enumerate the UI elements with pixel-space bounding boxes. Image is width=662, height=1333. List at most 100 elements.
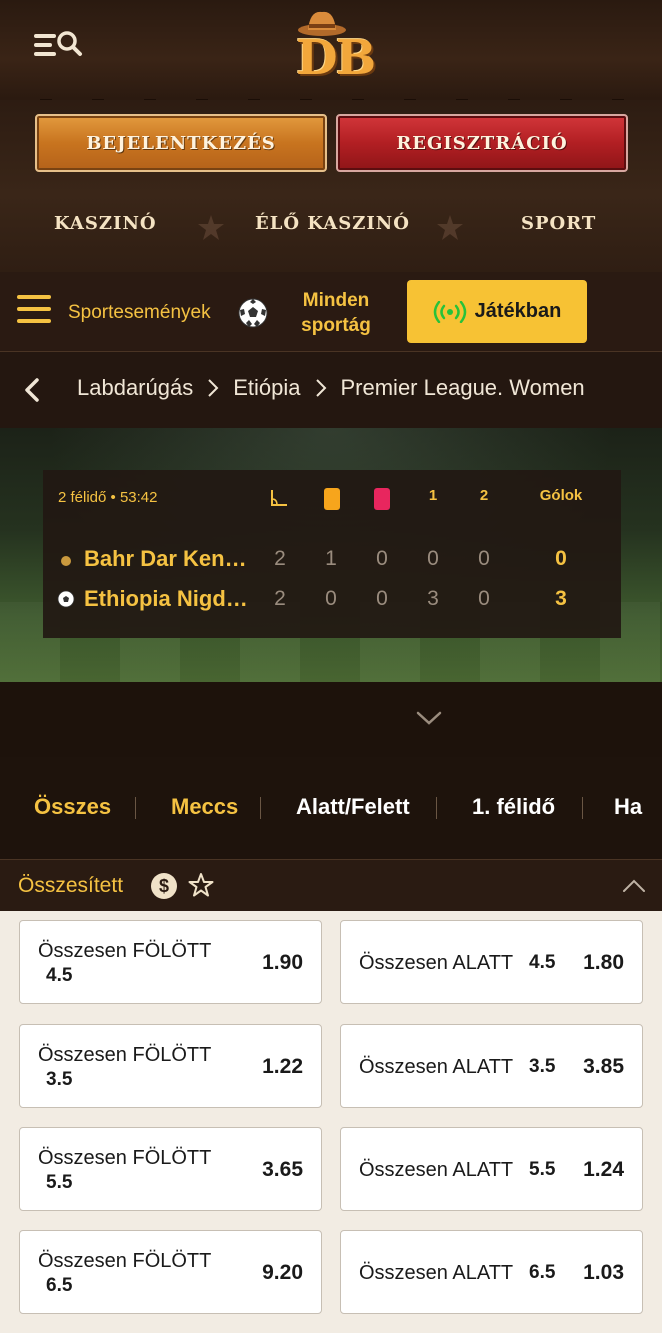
nav-live-casino[interactable]: ÉLŐ KASZINÓ bbox=[255, 213, 410, 234]
nav-casino[interactable]: KASZINÓ bbox=[54, 213, 157, 234]
odd-under-button[interactable]: Összesen ALATT 6.5 1.03 bbox=[340, 1230, 643, 1314]
odd-over-button[interactable]: Összesen FÖLÖTT 3.5 1.22 bbox=[19, 1024, 322, 1108]
scoreboard: 2 félidő • 53:42 1 2 Gólok Bahr Dar Kene… bbox=[43, 470, 621, 638]
odd-line: 5.5 bbox=[46, 1172, 73, 1193]
live-signal-icon bbox=[433, 300, 466, 323]
tab-match[interactable]: Meccs bbox=[171, 794, 238, 820]
away-team-name[interactable]: Ethiopia Nigd Bank bbox=[84, 586, 250, 612]
tab-divider bbox=[582, 797, 583, 819]
tab-more[interactable]: Ha bbox=[614, 794, 642, 820]
odd-price: 1.03 bbox=[583, 1261, 624, 1284]
odd-label: Összesen ALATT bbox=[359, 1159, 514, 1181]
odd-under-button[interactable]: Összesen ALATT 5.5 1.24 bbox=[340, 1127, 643, 1211]
hamburger-menu-icon[interactable] bbox=[17, 295, 51, 327]
odd-line: 4.5 bbox=[46, 965, 73, 986]
menu-search-icon[interactable] bbox=[32, 28, 84, 62]
odd-line: 6.5 bbox=[529, 1262, 556, 1283]
auth-nav-band: BEJELENTKEZÉS REGISZTRÁCIÓ KASZINÓ ÉLŐ K… bbox=[0, 100, 662, 272]
live-label: Játékban bbox=[474, 300, 562, 322]
odd-price: 9.20 bbox=[262, 1261, 303, 1284]
breadcrumb-trail: Labdarúgás Etiópia Premier League. Women bbox=[77, 375, 585, 401]
home-goals: 0 bbox=[555, 547, 567, 570]
odd-line: 5.5 bbox=[529, 1159, 556, 1180]
soccer-ball-icon bbox=[238, 298, 268, 328]
home-first-half: 0 bbox=[427, 547, 439, 570]
home-red-cards: 0 bbox=[376, 547, 388, 570]
header-second-half: 2 bbox=[479, 487, 489, 504]
odd-price: 1.22 bbox=[262, 1055, 303, 1078]
away-red-cards: 0 bbox=[376, 587, 388, 610]
sheriff-star-icon bbox=[198, 215, 224, 240]
nav-sport[interactable]: SPORT bbox=[521, 213, 596, 234]
odd-label: Összesen ALATT bbox=[359, 1056, 514, 1078]
odd-over-button[interactable]: Összesen FÖLÖTT 5.5 3.65 bbox=[19, 1127, 322, 1211]
possession-ball-icon bbox=[57, 590, 75, 608]
odd-price: 1.80 bbox=[583, 951, 624, 974]
sheriff-star-icon bbox=[437, 215, 463, 240]
live-in-play-button[interactable]: Játékban bbox=[407, 280, 587, 343]
register-button[interactable]: REGISZTRÁCIÓ bbox=[336, 114, 628, 172]
all-sports-line2: sportág bbox=[301, 315, 371, 336]
home-team-name[interactable]: Bahr Dar Kenema bbox=[84, 546, 250, 572]
section-title: Összesített bbox=[18, 874, 124, 897]
home-yellow-cards: 1 bbox=[325, 547, 337, 570]
site-header: DB bbox=[0, 0, 662, 107]
header-first-half: 1 bbox=[428, 487, 438, 504]
main-nav: KASZINÓ ÉLŐ KASZINÓ SPORT bbox=[0, 213, 662, 243]
chevron-up-icon[interactable] bbox=[622, 878, 646, 894]
odd-label: Összesen FÖLÖTT bbox=[38, 940, 212, 962]
odd-under-button[interactable]: Összesen ALATT 4.5 1.80 bbox=[340, 920, 643, 1004]
market-section-header[interactable]: Összesített $ bbox=[0, 859, 662, 911]
market-tabs: Összes Meccs Alatt/Felett 1. félidő Ha bbox=[0, 757, 662, 859]
tab-divider bbox=[260, 797, 261, 819]
logo-text: DB bbox=[296, 30, 376, 86]
all-sports-line1: Minden bbox=[302, 290, 370, 311]
team-dot-icon bbox=[61, 556, 71, 566]
odd-price: 1.24 bbox=[583, 1158, 624, 1181]
breadcrumb: Labdarúgás Etiópia Premier League. Women bbox=[0, 352, 662, 428]
away-second-half: 0 bbox=[478, 587, 490, 610]
odd-price: 3.85 bbox=[583, 1055, 624, 1078]
header-goals: Gólok bbox=[539, 487, 583, 504]
odd-price: 3.65 bbox=[262, 1158, 303, 1181]
corner-flag-icon bbox=[271, 490, 287, 506]
odd-label: Összesen FÖLÖTT bbox=[38, 1147, 212, 1169]
away-first-half: 3 bbox=[427, 587, 439, 610]
tab-divider bbox=[135, 797, 136, 819]
away-corners: 2 bbox=[274, 587, 286, 610]
odds-grid: Összesen FÖLÖTT 4.5 1.90 Összesen ALATT … bbox=[0, 911, 662, 1333]
odd-under-button[interactable]: Összesen ALATT 3.5 3.85 bbox=[340, 1024, 643, 1108]
match-time: 2 félidő • 53:42 bbox=[58, 489, 158, 506]
breadcrumb-item[interactable]: Etiópia bbox=[233, 375, 300, 401]
all-sports-link[interactable]: Minden sportág bbox=[296, 288, 376, 338]
odd-line: 6.5 bbox=[46, 1275, 73, 1296]
back-chevron-icon[interactable] bbox=[20, 376, 44, 404]
star-favorite-icon[interactable] bbox=[188, 872, 214, 898]
odd-label: Összesen ALATT bbox=[359, 952, 514, 974]
sport-bar: Sportesemények Minden sportág Játékban bbox=[0, 272, 662, 352]
odd-label: Összesen FÖLÖTT bbox=[38, 1250, 212, 1272]
odd-line: 3.5 bbox=[529, 1056, 556, 1077]
tab-all[interactable]: Összes bbox=[34, 794, 111, 820]
site-logo[interactable]: DB bbox=[290, 4, 380, 88]
away-goals: 3 bbox=[555, 587, 567, 610]
breadcrumb-item[interactable]: Premier League. Women bbox=[341, 375, 585, 401]
breadcrumb-item[interactable]: Labdarúgás bbox=[77, 375, 193, 401]
tab-first-half[interactable]: 1. félidő bbox=[472, 794, 555, 820]
dollar-icon: $ bbox=[151, 873, 177, 899]
odd-over-button[interactable]: Összesen FÖLÖTT 6.5 9.20 bbox=[19, 1230, 322, 1314]
home-second-half: 0 bbox=[478, 547, 490, 570]
chevron-right-icon bbox=[208, 379, 219, 397]
away-yellow-cards: 0 bbox=[325, 587, 337, 610]
chevron-right-icon bbox=[315, 379, 326, 397]
login-button[interactable]: BEJELENTKEZÉS bbox=[35, 114, 327, 172]
sport-events-link[interactable]: Sportesemények bbox=[68, 302, 211, 324]
chevron-down-icon[interactable] bbox=[416, 710, 442, 726]
odd-over-button[interactable]: Összesen FÖLÖTT 4.5 1.90 bbox=[19, 920, 322, 1004]
tab-divider bbox=[436, 797, 437, 819]
tab-over-under[interactable]: Alatt/Felett bbox=[296, 794, 410, 820]
odd-line: 4.5 bbox=[529, 952, 556, 973]
yellow-card-icon bbox=[324, 488, 340, 510]
odd-line: 3.5 bbox=[46, 1069, 73, 1090]
home-corners: 2 bbox=[274, 547, 286, 570]
